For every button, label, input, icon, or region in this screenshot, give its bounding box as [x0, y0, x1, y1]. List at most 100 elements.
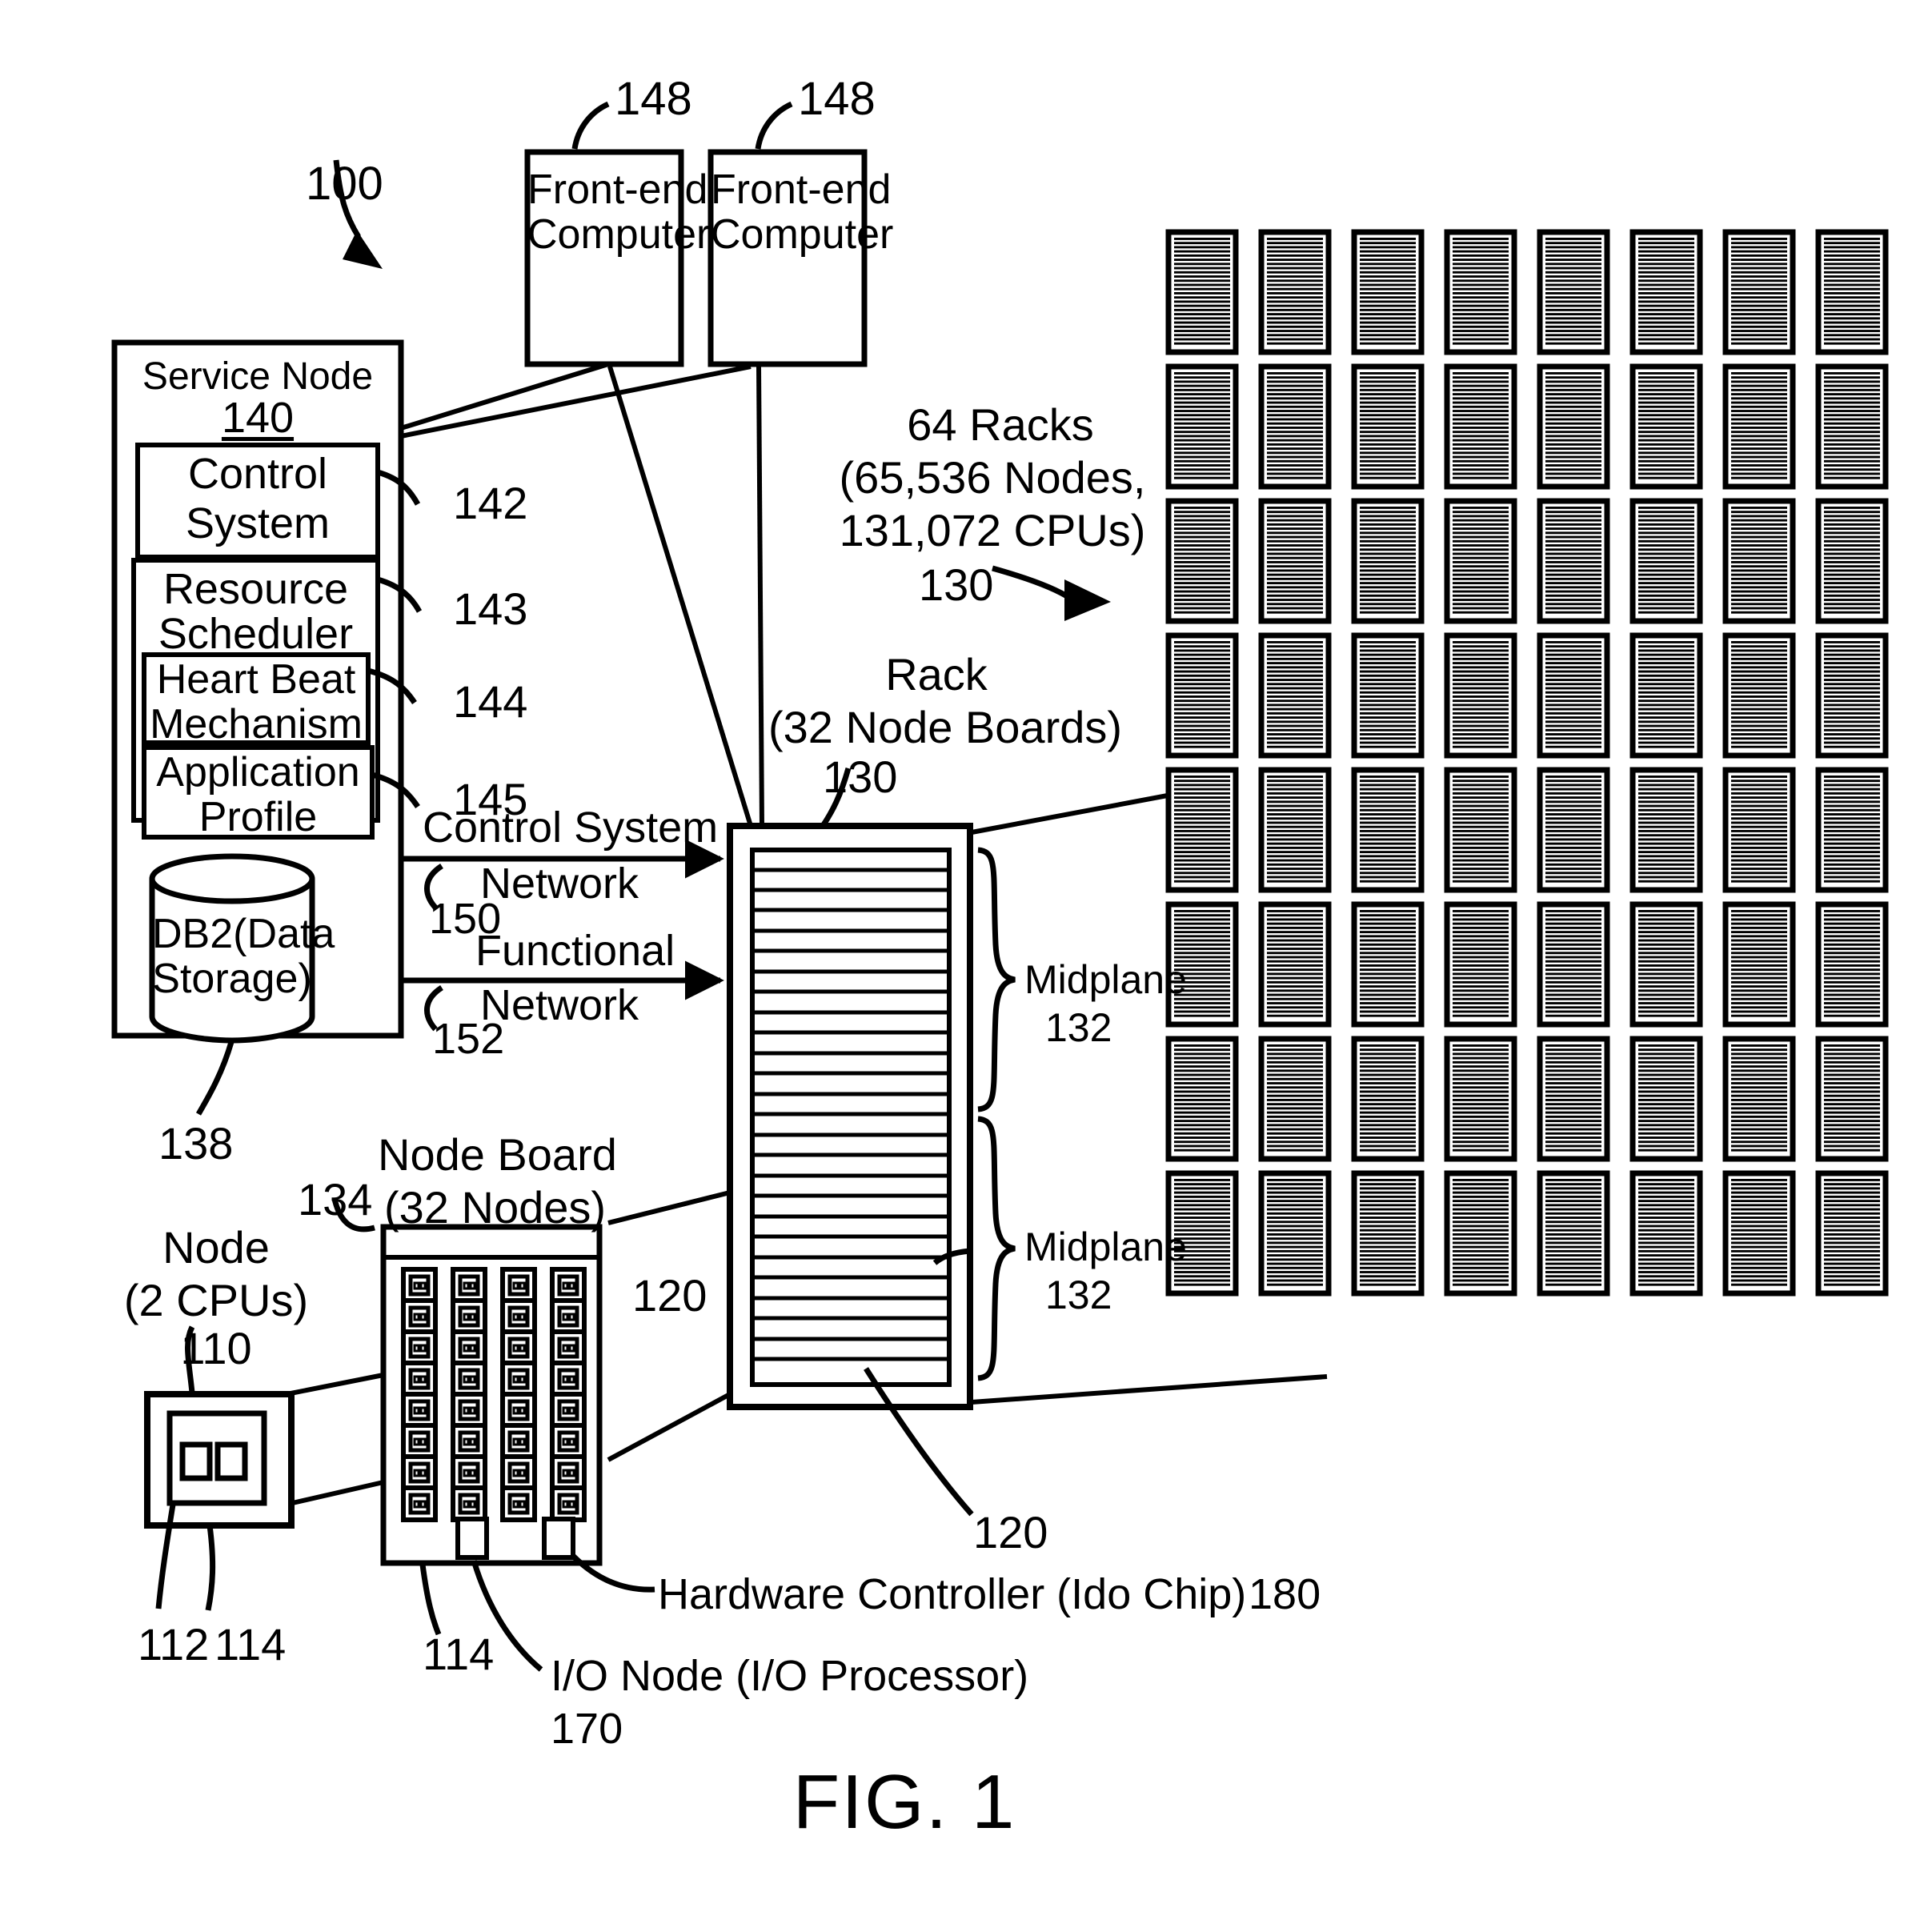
heart-beat-line1: Heart Beat — [156, 656, 356, 703]
node-board — [331, 1198, 655, 1672]
front-end-computer-right-line2: Computer — [711, 211, 894, 258]
rack-farm-grid — [1165, 229, 1889, 1297]
node-label-line1: Node — [162, 1222, 270, 1273]
rack-unit — [1444, 767, 1517, 893]
resource-scheduler-line1: Resource — [162, 565, 349, 613]
rack-farm-ref-arrow — [992, 565, 1111, 621]
node-board-node-ref: 114 — [423, 1629, 495, 1679]
rack-unit — [1258, 229, 1332, 355]
rack-unit — [1629, 229, 1703, 355]
rack-unit — [1258, 498, 1332, 624]
node-chip — [550, 1329, 587, 1366]
node-chip — [500, 1267, 537, 1304]
db2-ref: 138 — [158, 1118, 234, 1168]
rack-unit — [1258, 363, 1332, 490]
node-chip — [500, 1392, 537, 1429]
control-system-network-line1: Control System — [423, 804, 719, 852]
rack-unit — [1629, 901, 1703, 1028]
rack-unit — [1722, 1170, 1796, 1297]
application-profile-line1: Application — [156, 749, 360, 796]
node-chip — [401, 1485, 438, 1522]
node-chip — [401, 1392, 438, 1429]
rack-unit — [1537, 1036, 1610, 1162]
heart-beat-ref: 144 — [453, 676, 528, 727]
midplane-label-top: Midplane — [1024, 957, 1187, 1002]
resource-scheduler-ref: 143 — [453, 583, 528, 634]
midplane-label-bottom: Midplane — [1024, 1225, 1187, 1269]
system-ref-label: 100 — [306, 158, 383, 210]
rack-unit — [1165, 1036, 1239, 1162]
db2-line1: DB2(Data — [152, 911, 335, 957]
hardware-controller-ref: 180 — [1249, 1570, 1321, 1618]
rack-unit — [1815, 1036, 1889, 1162]
node-board-label-line2: (32 Nodes) — [384, 1182, 607, 1233]
front-end-ref-right: 148 — [798, 73, 876, 125]
node-chip — [451, 1423, 487, 1460]
rack-unit — [1165, 767, 1239, 893]
rack-unit — [1537, 767, 1610, 893]
rack-unit — [1537, 632, 1610, 759]
node-board-ref: 134 — [298, 1174, 373, 1225]
rack-unit — [1537, 363, 1610, 490]
node-chip — [451, 1485, 487, 1522]
rack-unit — [1722, 229, 1796, 355]
application-profile-line2: Profile — [198, 794, 318, 840]
service-node-title: Service Node — [142, 355, 374, 398]
rack-unit — [1815, 901, 1889, 1028]
rack-unit — [1537, 901, 1610, 1028]
node-ref: 110 — [180, 1323, 252, 1373]
nodeboard-zoom-connectors — [607, 1190, 732, 1462]
node-chip — [401, 1454, 438, 1491]
rack-farm-heading-line2: (65,536 Nodes, — [839, 452, 1146, 503]
node-chip — [401, 1329, 438, 1366]
rack-unit — [1629, 632, 1703, 759]
node-chip — [451, 1298, 487, 1335]
rack-unit — [1537, 1170, 1610, 1297]
rack-unit — [1258, 901, 1332, 1028]
rack-unit — [1351, 363, 1425, 490]
rack-unit — [1815, 229, 1889, 355]
rack-unit — [1258, 1036, 1332, 1162]
rack-detail-ref: 130 — [823, 752, 898, 802]
rack-unit — [1629, 1036, 1703, 1162]
node-chip — [401, 1423, 438, 1460]
node-chip — [550, 1267, 587, 1304]
rack-unit — [1258, 1170, 1332, 1297]
node-chip — [451, 1454, 487, 1491]
rack-unit — [1165, 632, 1239, 759]
functional-network-ref: 152 — [432, 1015, 505, 1063]
node-chip — [550, 1298, 587, 1335]
functional-network-line1: Functional — [475, 927, 675, 975]
node-chip — [451, 1329, 487, 1366]
rack-unit — [1722, 767, 1796, 893]
rack-farm-heading-line1: 64 Racks — [907, 399, 1094, 450]
rack-unit — [1815, 363, 1889, 490]
rack-unit — [1722, 363, 1796, 490]
rack-unit — [1351, 1170, 1425, 1297]
rack-unit — [1444, 1036, 1517, 1162]
midplane-ref-top: 132 — [1045, 1005, 1112, 1050]
node-board-ref-in-rack-bottom: 120 — [973, 1507, 1048, 1557]
rack-unit — [1722, 901, 1796, 1028]
front-end-computer-left-line2: Computer — [527, 211, 711, 258]
node-chip — [401, 1361, 438, 1397]
rack-unit — [1722, 1036, 1796, 1162]
rack-unit — [1815, 632, 1889, 759]
rack-unit — [1165, 363, 1239, 490]
rack-unit — [1258, 632, 1332, 759]
rack-unit — [1165, 498, 1239, 624]
node-chip — [550, 1423, 587, 1460]
rack-unit — [1629, 1170, 1703, 1297]
rack-unit — [1444, 363, 1517, 490]
node-chip — [500, 1454, 537, 1491]
rack-unit — [1351, 229, 1425, 355]
node-chip — [550, 1361, 587, 1397]
hardware-controller-label: Hardware Controller (Ido Chip) — [658, 1570, 1247, 1618]
front-end-computer-right-line1: Front-end — [711, 166, 892, 213]
control-system-line2: System — [185, 499, 331, 547]
rack-unit — [1815, 498, 1889, 624]
patent-figure-page: 100 148 148 Front-end Computer Front-end… — [0, 0, 1920, 1932]
node-chip — [500, 1485, 537, 1522]
rack-unit — [1351, 1036, 1425, 1162]
midplane-ref-bottom: 132 — [1045, 1273, 1112, 1317]
